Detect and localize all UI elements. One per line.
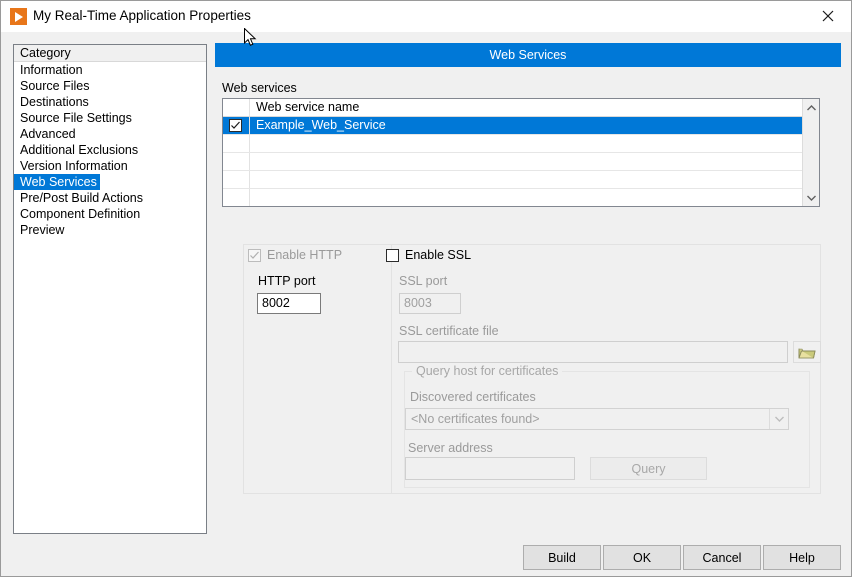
http-port-label: HTTP port (258, 274, 316, 288)
sidebar-item-component-definition[interactable]: Component Definition (14, 206, 206, 222)
play-triangle-icon (10, 8, 27, 25)
sidebar-item-web-services[interactable]: Web Services (14, 174, 206, 190)
table-header-check (223, 99, 250, 116)
sidebar-item-label: Additional Exclusions (20, 143, 139, 157)
ssl-certificate-file-label: SSL certificate file (399, 324, 499, 338)
row-checkbox-cell[interactable] (223, 135, 250, 152)
close-icon[interactable] (805, 1, 851, 31)
sidebar-item-label: Preview (20, 223, 65, 237)
category-list[interactable]: Category Information Source Files Destin… (13, 44, 207, 534)
chevron-down-icon[interactable] (769, 409, 788, 429)
discovered-certificates-value: <No certificates found> (411, 412, 540, 426)
table-row[interactable] (223, 135, 819, 153)
table-row[interactable] (223, 171, 819, 189)
enable-ssl-label: Enable SSL (405, 248, 472, 262)
table-row[interactable] (223, 153, 819, 171)
sidebar-item-label: Source File Settings (20, 111, 132, 125)
table-scrollbar[interactable] (802, 99, 819, 206)
category-list-header: Category (14, 45, 206, 62)
table-row[interactable]: Example_Web_Service (223, 117, 819, 135)
table-row[interactable] (223, 189, 819, 206)
column-divider (391, 244, 392, 494)
row-checkbox-cell[interactable] (223, 189, 250, 206)
discovered-certificates-dropdown[interactable]: <No certificates found> (405, 408, 789, 430)
ssl-port-input[interactable]: 8003 (399, 293, 461, 314)
sidebar-item-additional-exclusions[interactable]: Additional Exclusions (14, 142, 206, 158)
enable-ssl-checkbox[interactable]: Enable SSL (386, 248, 471, 262)
row-service-name (250, 171, 819, 188)
table-header-row: Web service name (223, 99, 819, 117)
sidebar-item-pre-post-build-actions[interactable]: Pre/Post Build Actions (14, 190, 206, 206)
folder-open-icon[interactable] (793, 341, 821, 363)
sidebar-item-advanced[interactable]: Advanced (14, 126, 206, 142)
query-button[interactable]: Query (590, 457, 707, 480)
sidebar-item-source-files[interactable]: Source Files (14, 78, 206, 94)
properties-dialog: My Real-Time Application Properties Cate… (0, 0, 852, 577)
sidebar-item-version-information[interactable]: Version Information (14, 158, 206, 174)
ok-button[interactable]: OK (603, 545, 681, 570)
sidebar-item-source-file-settings[interactable]: Source File Settings (14, 110, 206, 126)
row-checkbox-cell[interactable] (223, 117, 250, 134)
enable-http-checkbox: Enable HTTP (248, 248, 342, 262)
sidebar-item-label: Version Information (20, 159, 128, 173)
query-host-group-label: Query host for certificates (412, 364, 563, 378)
checkbox-box[interactable] (386, 248, 399, 262)
row-service-name (250, 135, 819, 152)
row-service-name (250, 153, 819, 170)
sidebar-item-destinations[interactable]: Destinations (14, 94, 206, 110)
ssl-port-label: SSL port (399, 274, 448, 288)
chevron-down-icon[interactable] (803, 189, 819, 206)
row-checkbox-cell[interactable] (223, 171, 250, 188)
row-service-name: Example_Web_Service (250, 117, 819, 134)
sidebar-item-label: Source Files (20, 79, 90, 93)
web-services-group-label: Web services (222, 81, 297, 95)
http-port-input[interactable]: 8002 (257, 293, 321, 314)
cancel-button[interactable]: Cancel (683, 545, 761, 570)
server-address-label: Server address (408, 441, 493, 455)
window-title: My Real-Time Application Properties (33, 8, 251, 23)
row-service-name (250, 189, 819, 206)
ssl-certificate-file-input[interactable] (398, 341, 788, 363)
server-address-input[interactable] (405, 457, 575, 480)
checkbox-box (248, 248, 261, 262)
sidebar-item-label: Pre/Post Build Actions (20, 191, 143, 205)
help-button[interactable]: Help (763, 545, 841, 570)
sidebar-item-information[interactable]: Information (14, 62, 206, 78)
row-checkbox[interactable] (229, 119, 242, 132)
sidebar-item-label: Component Definition (20, 207, 141, 221)
build-button[interactable]: Build (523, 545, 601, 570)
sidebar-item-label: Information (20, 63, 83, 77)
title-bar: My Real-Time Application Properties (1, 1, 851, 32)
sidebar-item-label: Web Services (14, 174, 100, 190)
sidebar-item-preview[interactable]: Preview (14, 222, 206, 238)
table-header-name: Web service name (256, 100, 360, 114)
enable-http-label: Enable HTTP (267, 248, 343, 262)
sidebar-item-label: Advanced (20, 127, 76, 141)
page-title: Web Services (215, 43, 841, 67)
discovered-certificates-label: Discovered certificates (410, 390, 536, 404)
web-services-table[interactable]: Web service name Example_Web_Service (222, 98, 820, 207)
row-checkbox-cell[interactable] (223, 153, 250, 170)
chevron-up-icon[interactable] (803, 99, 819, 116)
sidebar-item-label: Destinations (20, 95, 89, 109)
